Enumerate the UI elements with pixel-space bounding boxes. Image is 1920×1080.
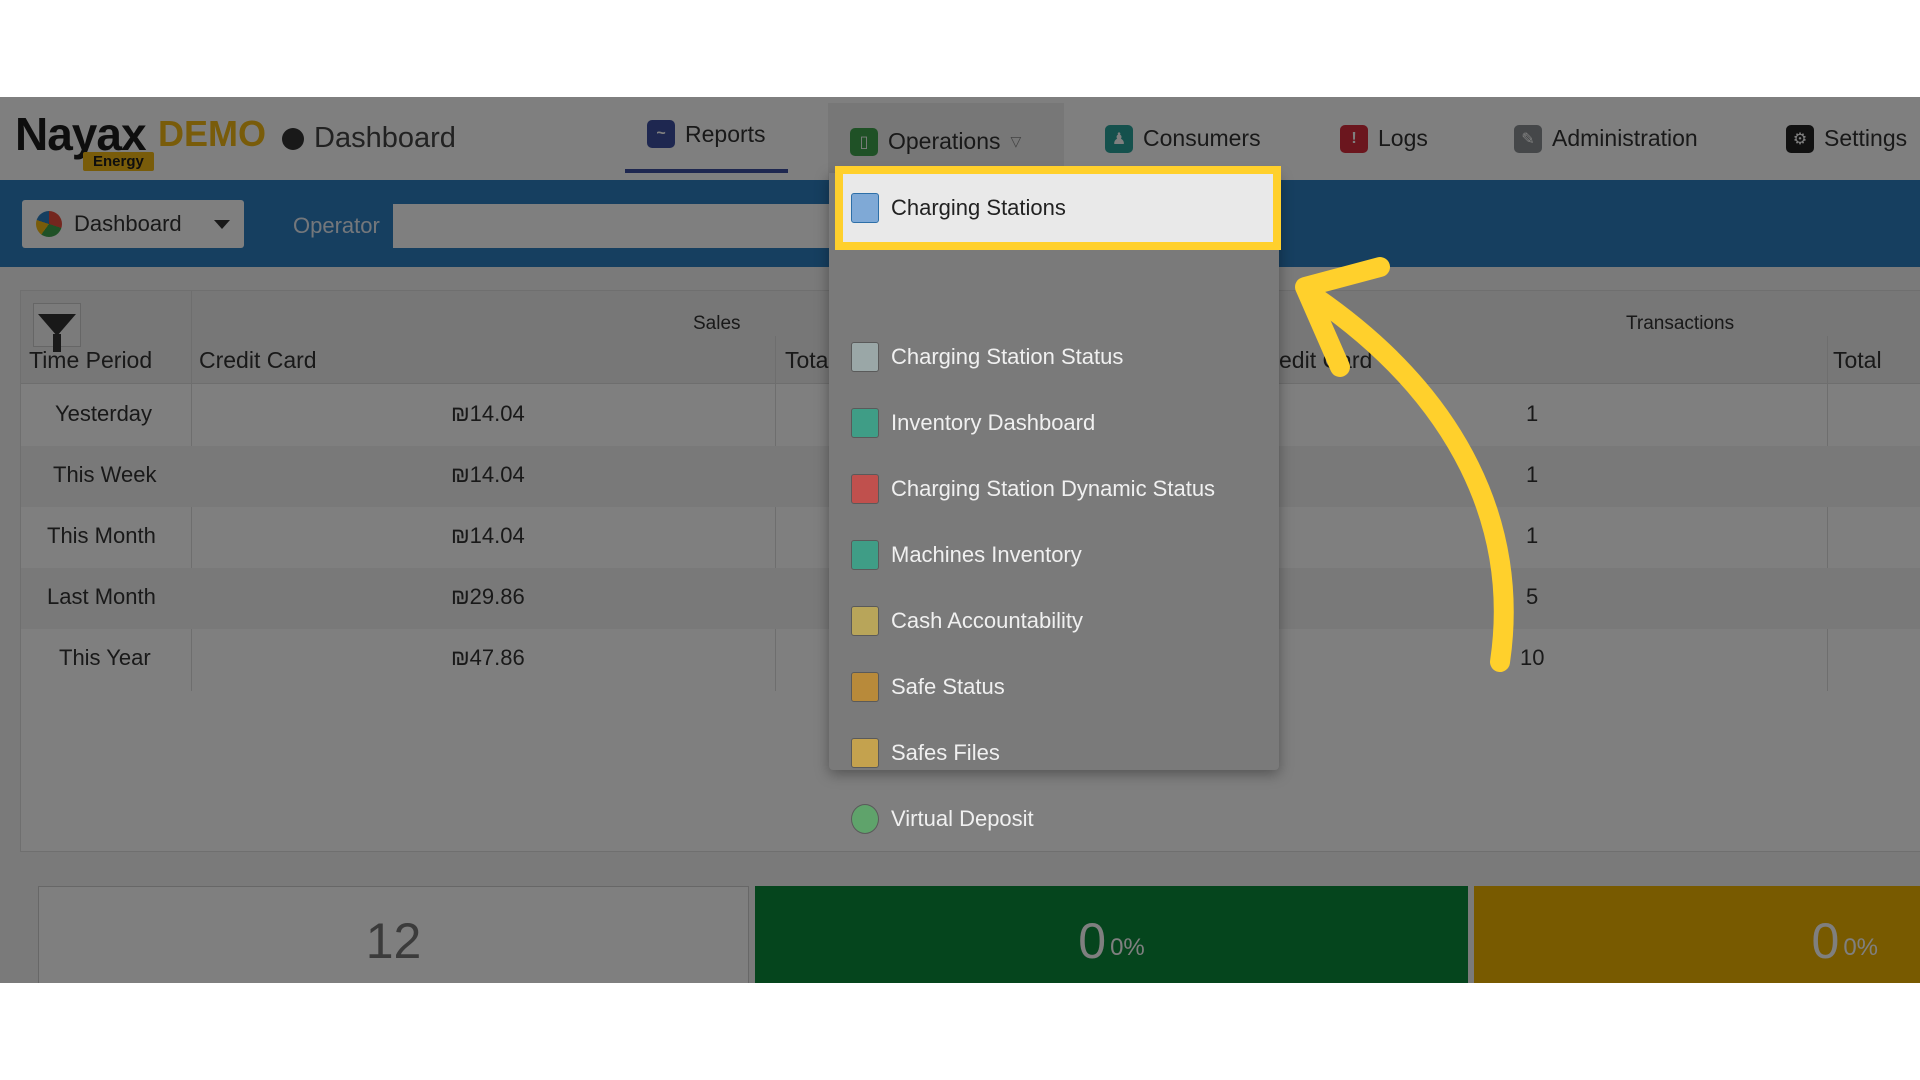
- menu-item-label: Charging Station Dynamic Status: [891, 476, 1216, 501]
- safes-files-icon: [851, 738, 879, 768]
- dynamic-status-icon: [851, 474, 879, 504]
- menu-item-cash-accountability[interactable]: Cash Accountability: [829, 588, 1279, 654]
- highlighted-menu-item: Charging Stations: [835, 166, 1281, 250]
- station-status-icon: [851, 342, 879, 372]
- menu-item-label: Safes Files: [891, 740, 1000, 765]
- menu-item-label: Safe Status: [891, 674, 1005, 699]
- menu-item-charging-station-status[interactable]: Charging Station Status: [829, 324, 1279, 390]
- menu-item-charging-stations[interactable]: Charging Stations: [843, 175, 1273, 241]
- charging-station-icon: [851, 193, 879, 223]
- virtual-deposit-icon: [851, 804, 879, 834]
- menu-item-label: Virtual Deposit: [891, 806, 1034, 831]
- menu-item-machines-inventory[interactable]: Machines Inventory: [829, 522, 1279, 588]
- menu-item-safe-status[interactable]: Safe Status: [829, 654, 1279, 720]
- menu-item-safes-files[interactable]: Safes Files: [829, 720, 1279, 786]
- menu-item-label: Charging Station Status: [891, 344, 1124, 369]
- menu-item-inventory-dashboard[interactable]: Inventory Dashboard: [829, 390, 1279, 456]
- pointer-arrow-annotation: [1295, 257, 1514, 672]
- menu-item-label: Inventory Dashboard: [891, 410, 1096, 435]
- inventory-icon: [851, 408, 879, 438]
- operations-dropdown-menu: Charging Station Status Inventory Dashbo…: [829, 173, 1279, 834]
- machines-inventory-icon: [851, 540, 879, 570]
- menu-item-label: Charging Stations: [891, 195, 1066, 220]
- cash-icon: [851, 606, 879, 636]
- menu-item-charging-station-dynamic-status[interactable]: Charging Station Dynamic Status: [829, 456, 1279, 522]
- menu-item-label: Cash Accountability: [891, 608, 1083, 633]
- safe-icon: [851, 672, 879, 702]
- app-frame: Nayax DEMO Energy Dashboard ~ Reports ▯ …: [0, 97, 1920, 983]
- menu-item-virtual-deposit[interactable]: Virtual Deposit: [829, 786, 1279, 852]
- menu-item-label: Machines Inventory: [891, 542, 1082, 567]
